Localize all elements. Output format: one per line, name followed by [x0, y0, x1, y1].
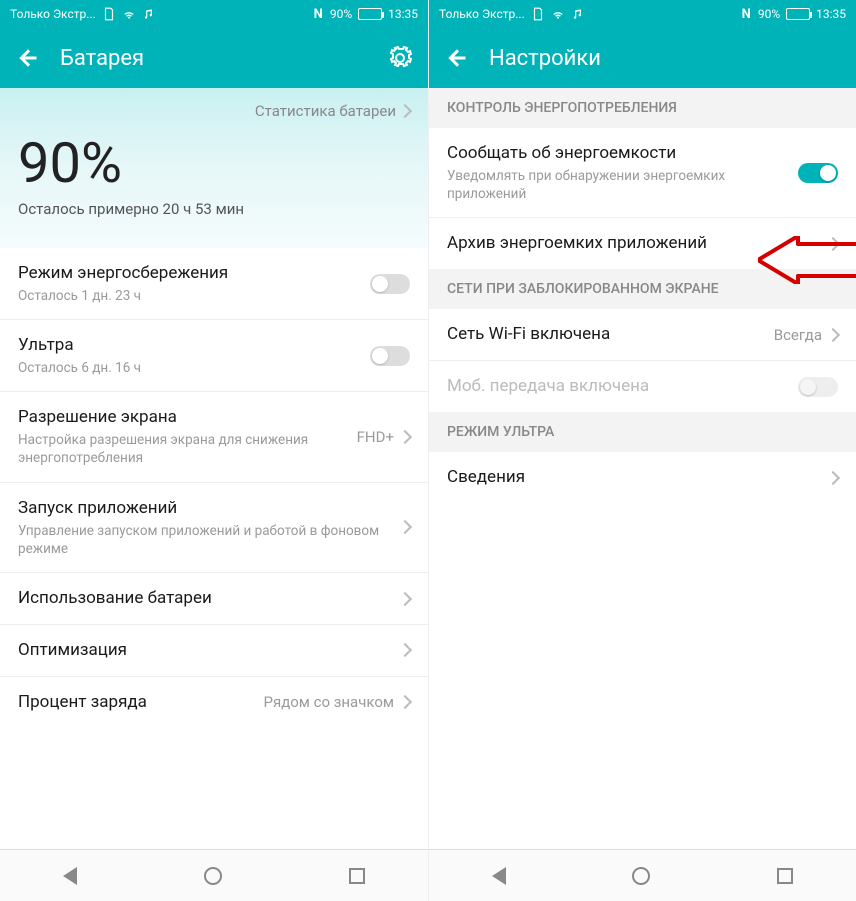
- battery-stats-label: Статистика батареи: [255, 102, 396, 120]
- row-resolution[interactable]: Разрешение экрана Настройка разрешения э…: [0, 392, 428, 482]
- battery-stats-link[interactable]: Статистика батареи: [18, 102, 410, 120]
- row-power-saving[interactable]: Режим энергосбережения Осталось 1 дн. 23…: [0, 248, 428, 320]
- toggle-ultra[interactable]: [370, 346, 410, 366]
- section-ultra-mode: РЕЖИМ УЛЬТРА: [429, 412, 856, 452]
- nav-bar: [429, 849, 856, 901]
- nav-bar: [0, 849, 428, 901]
- row-battery-pct-style[interactable]: Процент заряда Рядом со значком: [0, 677, 428, 728]
- label: Ультра: [18, 334, 370, 357]
- clock: 13:35: [388, 7, 418, 21]
- toggle-power-saving[interactable]: [370, 274, 410, 294]
- battery-pct-status: 90%: [758, 7, 780, 21]
- back-icon[interactable]: [16, 46, 40, 70]
- page-title: Батарея: [60, 46, 368, 71]
- label: Сообщать об энергоемкости: [447, 142, 798, 165]
- sublabel: Осталось 6 дн. 16 ч: [18, 359, 370, 377]
- carrier-label: Только Экстр...: [10, 7, 96, 21]
- status-bar: Только Экстр... N 90% 13:35: [0, 0, 428, 28]
- gear-icon[interactable]: [388, 46, 412, 70]
- battery-pct-status: 90%: [330, 7, 352, 21]
- wifi-icon: [122, 7, 136, 21]
- value: Рядом со значком: [264, 693, 395, 711]
- label: Процент заряда: [18, 691, 264, 714]
- nav-home-icon[interactable]: [204, 867, 222, 885]
- sim-icon: [531, 7, 545, 21]
- toggle-mobile-data: [798, 377, 838, 397]
- back-icon[interactable]: [445, 46, 469, 70]
- nav-recent-icon[interactable]: [777, 868, 793, 884]
- screen-battery: Только Экстр... N 90% 13:35 Батарея Стат…: [0, 0, 428, 901]
- title-bar: Батарея: [0, 28, 428, 88]
- section-power-control: КОНТРОЛЬ ЭНЕРГОПОТРЕБЛЕНИЯ: [429, 88, 856, 128]
- label: Сведения: [447, 466, 828, 489]
- toggle-notify-energy[interactable]: [798, 163, 838, 183]
- label: Сеть Wi-Fi включена: [447, 323, 774, 346]
- chevron-right-icon: [398, 430, 412, 444]
- wifi-icon: [551, 7, 565, 21]
- screen-settings: Только Экстр... N 90% 13:35 Настройки КО…: [428, 0, 856, 901]
- chevron-right-icon: [398, 643, 412, 657]
- row-optimize[interactable]: Оптимизация: [0, 625, 428, 677]
- battery-hero: Статистика батареи 90% Осталось примерно…: [0, 88, 428, 248]
- sublabel: Настройка разрешения экрана для снижения…: [18, 431, 357, 467]
- value: FHD+: [357, 428, 394, 446]
- label: Запуск приложений: [18, 497, 400, 520]
- chevron-right-icon: [826, 471, 840, 485]
- row-info[interactable]: Сведения: [429, 452, 856, 503]
- page-title: Настройки: [489, 46, 840, 71]
- row-mobile-data-lock: Моб. передача включена: [429, 361, 856, 412]
- sim-icon: [102, 7, 116, 21]
- row-wifi-lock[interactable]: Сеть Wi-Fi включена Всегда: [429, 309, 856, 361]
- music-icon: [142, 7, 156, 21]
- nav-home-icon[interactable]: [632, 867, 650, 885]
- nfc-icon: N: [741, 6, 752, 23]
- chevron-right-icon: [398, 695, 412, 709]
- battery-percent: 90%: [18, 130, 410, 196]
- sublabel: Управление запуском приложений и работой…: [18, 522, 400, 558]
- nfc-icon: N: [313, 6, 324, 23]
- nav-recent-icon[interactable]: [349, 868, 365, 884]
- music-icon: [571, 7, 585, 21]
- row-battery-usage[interactable]: Использование батареи: [0, 573, 428, 625]
- title-bar: Настройки: [429, 28, 856, 88]
- sublabel: Осталось 1 дн. 23 ч: [18, 287, 370, 305]
- label: Оптимизация: [18, 639, 400, 662]
- value: Всегда: [774, 326, 822, 344]
- battery-icon: [358, 8, 382, 20]
- clock: 13:35: [816, 7, 846, 21]
- row-app-launch[interactable]: Запуск приложений Управление запуском пр…: [0, 483, 428, 573]
- battery-remaining: Осталось примерно 20 ч 53 мин: [18, 200, 410, 218]
- battery-icon: [786, 8, 810, 20]
- label: Моб. передача включена: [447, 375, 798, 398]
- chevron-right-icon: [398, 104, 412, 118]
- nav-back-icon[interactable]: [63, 867, 77, 885]
- nav-back-icon[interactable]: [492, 867, 506, 885]
- label: Разрешение экрана: [18, 406, 357, 429]
- row-notify-energy[interactable]: Сообщать об энергоемкости Уведомлять при…: [429, 128, 856, 218]
- carrier-label: Только Экстр...: [439, 7, 525, 21]
- chevron-right-icon: [398, 591, 412, 605]
- annotation-arrow-icon: [758, 236, 856, 284]
- chevron-right-icon: [826, 328, 840, 342]
- sublabel: Уведомлять при обнаружении энергоемких п…: [447, 167, 798, 203]
- row-ultra[interactable]: Ультра Осталось 6 дн. 16 ч: [0, 320, 428, 392]
- status-bar: Только Экстр... N 90% 13:35: [429, 0, 856, 28]
- chevron-right-icon: [398, 520, 412, 534]
- label: Режим энергосбережения: [18, 262, 370, 285]
- label: Использование батареи: [18, 587, 400, 610]
